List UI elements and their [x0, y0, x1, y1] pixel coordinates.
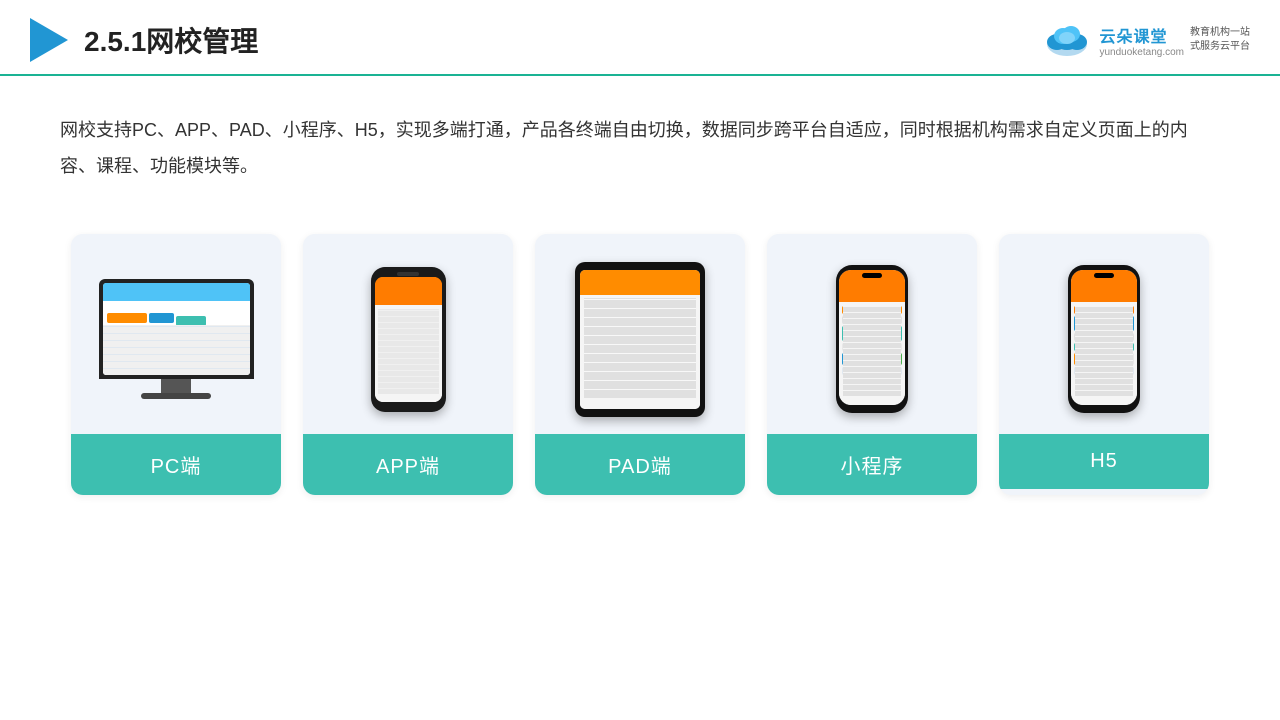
pb3 — [584, 326, 619, 346]
card-app-image — [303, 234, 513, 434]
h5-content-blocks — [1074, 306, 1134, 375]
brand-slogan: 教育机构一站式服务云平台 — [1190, 26, 1250, 54]
b4 — [378, 339, 439, 357]
device-phone-h5 — [1068, 265, 1140, 413]
cards-container: PC端 — [0, 214, 1280, 525]
card-app: APP端 — [303, 234, 513, 495]
pc-screen-inner — [103, 283, 250, 375]
pc-screen-outer — [99, 279, 254, 379]
cloud-logo: 云朵课堂 yunduoketang.com 教育机构一站式服务云平台 — [1041, 22, 1250, 58]
hb2 — [1074, 316, 1134, 331]
pb2 — [642, 298, 697, 323]
card-pc-label: PC端 — [71, 434, 281, 495]
card-pc: PC端 — [71, 234, 281, 495]
pb1 — [584, 298, 639, 323]
brand-text-block: 云朵课堂 yunduoketang.com — [1099, 23, 1184, 58]
phone-notch-screen-mp — [839, 270, 905, 405]
b2 — [378, 319, 439, 327]
block1 — [107, 313, 147, 323]
b1 — [378, 309, 439, 317]
hb1 — [1074, 306, 1134, 314]
pad-row2 — [584, 326, 696, 346]
block5 — [169, 331, 197, 341]
pc-screen-content — [103, 283, 250, 375]
pad-outer — [575, 262, 705, 417]
mpb5 — [842, 353, 871, 365]
b3 — [378, 329, 439, 337]
block3 — [176, 316, 206, 326]
h5-row — [1074, 353, 1134, 365]
card-miniprogram-image — [767, 234, 977, 434]
mpb7 — [842, 367, 902, 375]
hb3 — [1074, 333, 1134, 341]
pad-content-blocks — [584, 298, 696, 371]
logo-triangle-icon — [30, 18, 68, 62]
cloud-icon — [1041, 22, 1093, 58]
card-h5-label: H5 — [999, 434, 1209, 489]
header: 2.5.1网校管理 云朵课堂 yunduoketang.com 教育机构一站式服… — [0, 0, 1280, 76]
block6 — [199, 331, 227, 341]
phone-notch-screen-content-h5 — [1071, 270, 1137, 405]
card-pad-image — [535, 234, 745, 434]
hb4 — [1074, 343, 1134, 351]
device-phone-app — [371, 267, 446, 412]
card-miniprogram: 小程序 — [767, 234, 977, 495]
hb7 — [1074, 367, 1134, 375]
b5 — [378, 359, 439, 367]
mpb2 — [842, 316, 902, 324]
pc-screen-blocks — [107, 313, 246, 341]
mpb6 — [873, 353, 902, 365]
mpb3 — [842, 326, 902, 341]
pb5 — [661, 326, 696, 346]
block4 — [107, 331, 167, 341]
block2 — [149, 313, 174, 323]
pb6 — [584, 349, 696, 359]
phone-notch-outer-h5 — [1068, 265, 1140, 413]
pc-base — [141, 393, 211, 399]
pc-stand — [161, 379, 191, 393]
pb4 — [622, 326, 657, 346]
hb6 — [1105, 353, 1134, 365]
phone-screen-content-app — [375, 277, 442, 402]
app-content-blocks — [378, 309, 439, 387]
phone-notch-screen-h5 — [1071, 270, 1137, 405]
card-pad-label: PAD端 — [535, 434, 745, 495]
phone-notch-screen-content-mp — [839, 270, 905, 405]
card-h5: H5 — [999, 234, 1209, 495]
description-text: 网校支持PC、APP、PAD、小程序、H5，实现多端打通，产品各终端自由切换，数… — [0, 76, 1280, 204]
card-miniprogram-label: 小程序 — [767, 434, 977, 495]
card-app-label: APP端 — [303, 434, 513, 495]
pad-screen-content — [580, 270, 700, 409]
brand-name: 云朵课堂 — [1099, 23, 1167, 47]
phone-screen-app — [375, 277, 442, 402]
page-title: 2.5.1网校管理 — [84, 20, 258, 60]
card-pad: PAD端 — [535, 234, 745, 495]
card-pc-image — [71, 234, 281, 434]
device-pc — [99, 279, 254, 399]
mpb4 — [842, 343, 902, 351]
mpb1 — [842, 306, 902, 314]
pad-row1 — [584, 298, 696, 323]
phone-outer-app — [371, 267, 446, 412]
brand-url: yunduoketang.com — [1099, 47, 1184, 58]
pad-screen — [580, 270, 700, 409]
device-pad — [575, 262, 705, 417]
b7 — [378, 379, 439, 387]
phone-notch-outer-mp — [836, 265, 908, 413]
hb5 — [1074, 353, 1103, 365]
card-h5-image — [999, 234, 1209, 434]
mp-content-blocks — [842, 306, 902, 375]
mp-row — [842, 353, 902, 365]
device-phone-miniprogram — [836, 265, 908, 413]
header-left: 2.5.1网校管理 — [30, 18, 258, 62]
header-right: 云朵课堂 yunduoketang.com 教育机构一站式服务云平台 — [1041, 22, 1250, 58]
b6 — [378, 369, 439, 377]
pb7 — [584, 361, 696, 371]
